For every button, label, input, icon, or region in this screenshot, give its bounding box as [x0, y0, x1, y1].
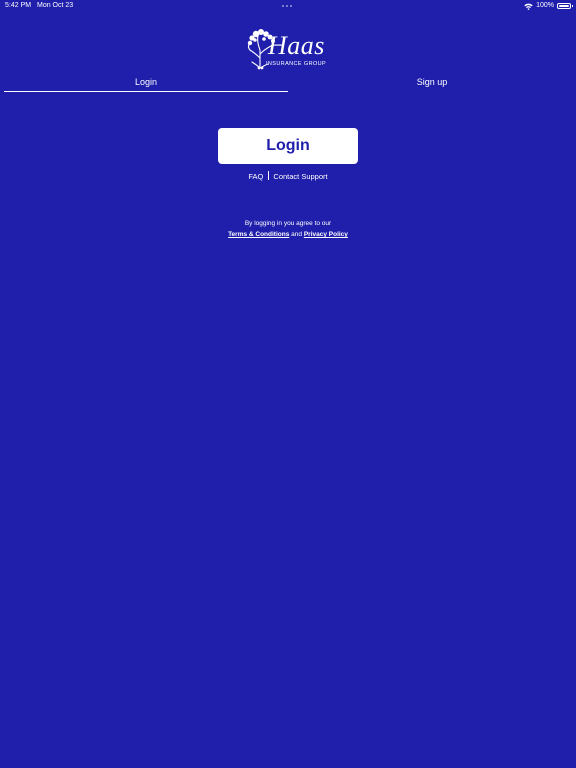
legal-and: and — [291, 231, 303, 238]
tab-sign-up[interactable]: Sign up — [288, 74, 576, 92]
tab-login[interactable]: Login — [4, 74, 288, 92]
legal-links: Terms & Conditions and Privacy Policy — [0, 229, 576, 240]
help-links: FAQ Contact Support — [0, 171, 576, 183]
status-time: 5:42 PM — [5, 2, 32, 9]
legal-intro: By logging in you agree to our — [244, 220, 332, 227]
wifi-icon — [524, 3, 533, 10]
contact-support-link[interactable]: Contact Support — [273, 172, 327, 181]
faq-link[interactable]: FAQ — [248, 172, 263, 181]
auth-tabs: Login Sign up — [0, 74, 576, 92]
legal-notice: By logging in you agree to our Terms & C… — [0, 218, 576, 240]
terms-link[interactable]: Terms & Conditions — [228, 231, 289, 238]
link-divider — [268, 171, 270, 180]
login-button[interactable]: Login — [218, 128, 358, 164]
status-bar: 5:42 PM Mon Oct 23 100% — [0, 0, 576, 12]
status-date: Mon Oct 23 — [37, 2, 74, 9]
logo-wordmark: Haas — [268, 31, 325, 60]
privacy-policy-link[interactable]: Privacy Policy — [304, 231, 348, 238]
status-right: 100% — [524, 0, 573, 12]
battery-icon — [557, 3, 573, 9]
multitasking-dots[interactable] — [282, 5, 292, 7]
company-logo: Haas INSURANCE GROUP — [247, 28, 331, 70]
battery-percent: 100% — [536, 2, 554, 9]
logo-subtitle: INSURANCE GROUP — [266, 61, 327, 67]
